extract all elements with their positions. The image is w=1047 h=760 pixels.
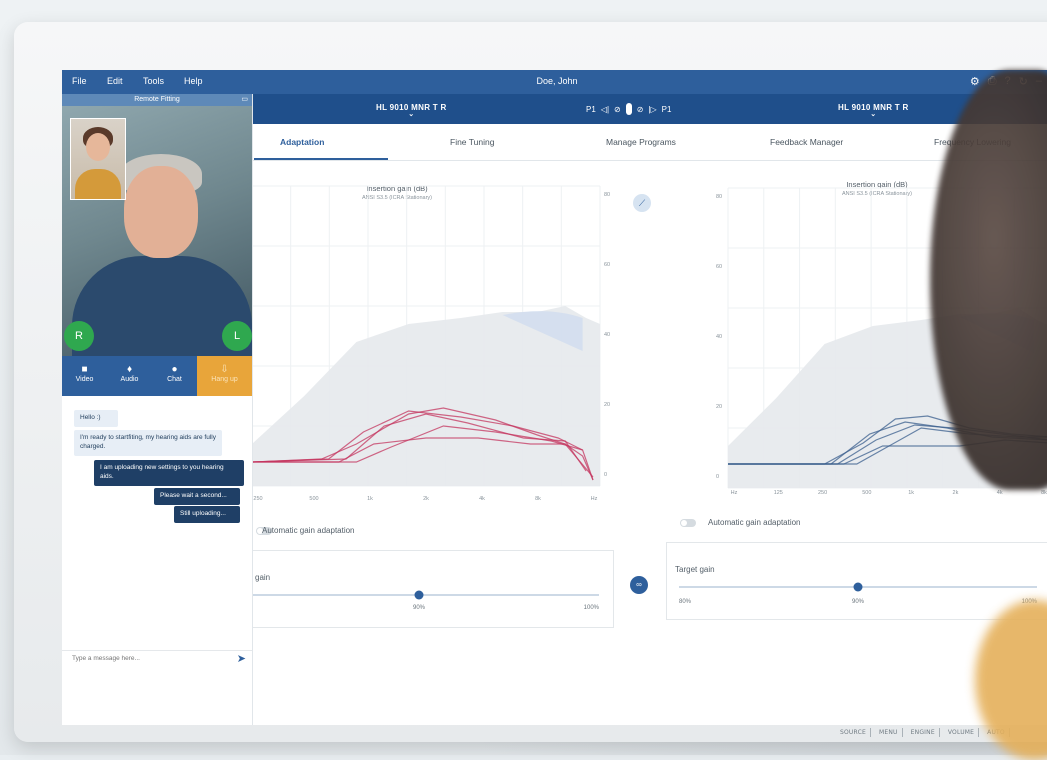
- target-gain-panel-left: l gain 80%90%100%: [222, 550, 614, 628]
- x-tick-label: 4k: [997, 490, 1003, 496]
- remote-fitting-header: Remote Fitting ▭: [62, 94, 252, 106]
- remote-fitting-panel: Remote Fitting ▭ R L ■ Video ♦ Audio ● C…: [62, 94, 253, 725]
- speaker-icon: |▷: [648, 104, 657, 114]
- y-tick-label: 20: [604, 402, 610, 408]
- x-tick-label: 8k: [535, 496, 541, 502]
- program-right-label: P1: [661, 104, 672, 114]
- chart-left: 80 60 40 20 0 250 500 1k 2k 4k 8k Hz: [252, 185, 610, 502]
- chat-message: Hello :): [74, 410, 118, 427]
- left-side-button[interactable]: L: [222, 321, 252, 351]
- auto-gain-label-left: Automatic gain adaptation: [262, 526, 355, 535]
- x-tick-label: Hz: [591, 496, 598, 502]
- link-icon[interactable]: ∞: [630, 576, 648, 594]
- mic-icon: ♦: [126, 364, 133, 375]
- minimize-icon[interactable]: ▭: [241, 94, 248, 106]
- y-tick-label: 0: [604, 472, 607, 478]
- y-tick-label: 40: [716, 334, 722, 340]
- chat-message: I'm ready to startfiting, my hearing aid…: [74, 430, 222, 456]
- tab-fine-tuning[interactable]: Fine Tuning: [450, 137, 494, 147]
- monitor-button[interactable]: MENU: [875, 728, 903, 737]
- monitor-button[interactable]: VOLUME: [944, 728, 980, 737]
- device-left-selector[interactable]: HL 9010 MNR T R ⌄: [838, 103, 909, 118]
- remote-fitting-title: Remote Fitting: [134, 96, 180, 103]
- patient-face: [124, 166, 198, 258]
- hangup-icon: ⇩: [220, 364, 229, 375]
- auto-gain-toggle-right[interactable]: [680, 519, 696, 527]
- tab-feedback-manager[interactable]: Feedback Manager: [770, 137, 843, 147]
- active-tab-indicator: [254, 158, 388, 160]
- right-side-button[interactable]: R: [64, 321, 94, 351]
- device-right-selector[interactable]: HL 9010 MNR T R ⌄: [376, 103, 447, 118]
- monitor-buttons: SOURCE MENU ENGINE VOLUME AUTO: [836, 728, 1010, 737]
- x-tick-label: 2k: [953, 490, 959, 496]
- device-bar: HL 9010 MNR T R ⌄ P1 ◁| ⊘ ⊘ |▷ P1 HL 901…: [252, 94, 1047, 124]
- target-gain-slider-right[interactable]: 80%90%100%: [667, 543, 1047, 619]
- target-gain-panel-right: Target gain 80%90%100%: [666, 542, 1047, 620]
- video-label: Video: [75, 376, 94, 383]
- y-tick-label: 0: [716, 474, 719, 480]
- tab-manage-programs[interactable]: Manage Programs: [606, 137, 676, 147]
- mute-icon: ⊘: [614, 104, 621, 114]
- mute-icon: ⊘: [636, 104, 644, 114]
- chat-input[interactable]: [70, 654, 224, 663]
- x-tick-label: 250: [253, 496, 262, 502]
- video-button[interactable]: ■ Video: [62, 356, 107, 396]
- patient-video: R L: [62, 106, 252, 356]
- audio-button[interactable]: ♦ Audio: [107, 356, 152, 396]
- chat-label: Chat: [167, 376, 182, 383]
- x-tick-label: 500: [309, 496, 318, 502]
- hangup-label: Hang up: [211, 376, 238, 383]
- y-tick-label: 40: [604, 332, 610, 338]
- x-tick-label: 500: [862, 490, 871, 496]
- chart-view-icon[interactable]: ⟋: [633, 194, 651, 212]
- y-tick-label: 60: [716, 264, 722, 270]
- x-tick-label: 1k: [908, 490, 914, 496]
- self-view-video: [70, 118, 126, 200]
- program-selector[interactable]: P1 ◁| ⊘ ⊘ |▷ P1: [586, 103, 671, 115]
- chat-button[interactable]: ● Chat: [152, 356, 197, 396]
- tab-bar: Adaptation Fine Tuning Manage Programs F…: [252, 124, 1047, 161]
- chat-log: Hello :) I'm ready to startfiting, my he…: [62, 400, 252, 600]
- monitor: File Edit Tools Help Doe, John ⚙ ⎙ ? ↻ –…: [14, 22, 1047, 742]
- hangup-button[interactable]: ⇩ Hang up: [197, 356, 252, 396]
- tab-adaptation[interactable]: Adaptation: [280, 137, 324, 147]
- x-tick-label: 125: [774, 490, 783, 496]
- chat-message: Still uploading...: [174, 506, 240, 523]
- x-tick-label: 2k: [423, 496, 429, 502]
- patient-name: Doe, John: [536, 76, 578, 86]
- menubar: File Edit Tools Help Doe, John ⚙ ⎙ ? ↻ –: [62, 70, 1047, 94]
- slider-knob: [853, 582, 863, 592]
- x-tick-label: 4k: [479, 496, 485, 502]
- y-tick-label: 60: [604, 262, 610, 268]
- monitor-button[interactable]: SOURCE: [836, 728, 871, 737]
- audio-label: Audio: [120, 376, 139, 383]
- slider-value-label: 90%: [852, 599, 865, 605]
- slider-max-label: 100%: [584, 605, 600, 611]
- auto-gain-label-right: Automatic gain adaptation: [708, 518, 801, 527]
- slider-value-label: 90%: [413, 605, 426, 611]
- speaker-icon: ◁|: [600, 104, 610, 114]
- chat-message: Please wait a second...: [154, 488, 240, 505]
- chat-icon: ●: [171, 364, 178, 375]
- send-icon[interactable]: ➤: [237, 652, 246, 665]
- slider-min-label: 80%: [679, 599, 692, 605]
- y-tick-label: 80: [604, 192, 610, 198]
- chat-input-bar: ➤: [62, 650, 252, 669]
- app-window: File Edit Tools Help Doe, John ⚙ ⎙ ? ↻ –…: [62, 70, 1047, 725]
- monitor-button[interactable]: ENGINE: [907, 728, 940, 737]
- x-tick-label: Hz: [731, 490, 738, 496]
- video-icon: ■: [81, 364, 88, 375]
- x-tick-label: 8k: [1041, 490, 1047, 496]
- call-controls: ■ Video ♦ Audio ● Chat ⇩ Hang up: [62, 356, 252, 396]
- hearing-aid-icon: [625, 103, 632, 115]
- chat-message: I am uploading new settings to you heari…: [94, 460, 244, 486]
- program-left-label: P1: [586, 104, 596, 114]
- y-tick-label: 20: [716, 404, 722, 410]
- x-tick-label: 1k: [367, 496, 373, 502]
- y-tick-label: 80: [716, 194, 722, 200]
- x-tick-label: 250: [818, 490, 827, 496]
- slider-knob: [414, 590, 424, 600]
- target-gain-slider-left[interactable]: 80%90%100%: [223, 551, 613, 627]
